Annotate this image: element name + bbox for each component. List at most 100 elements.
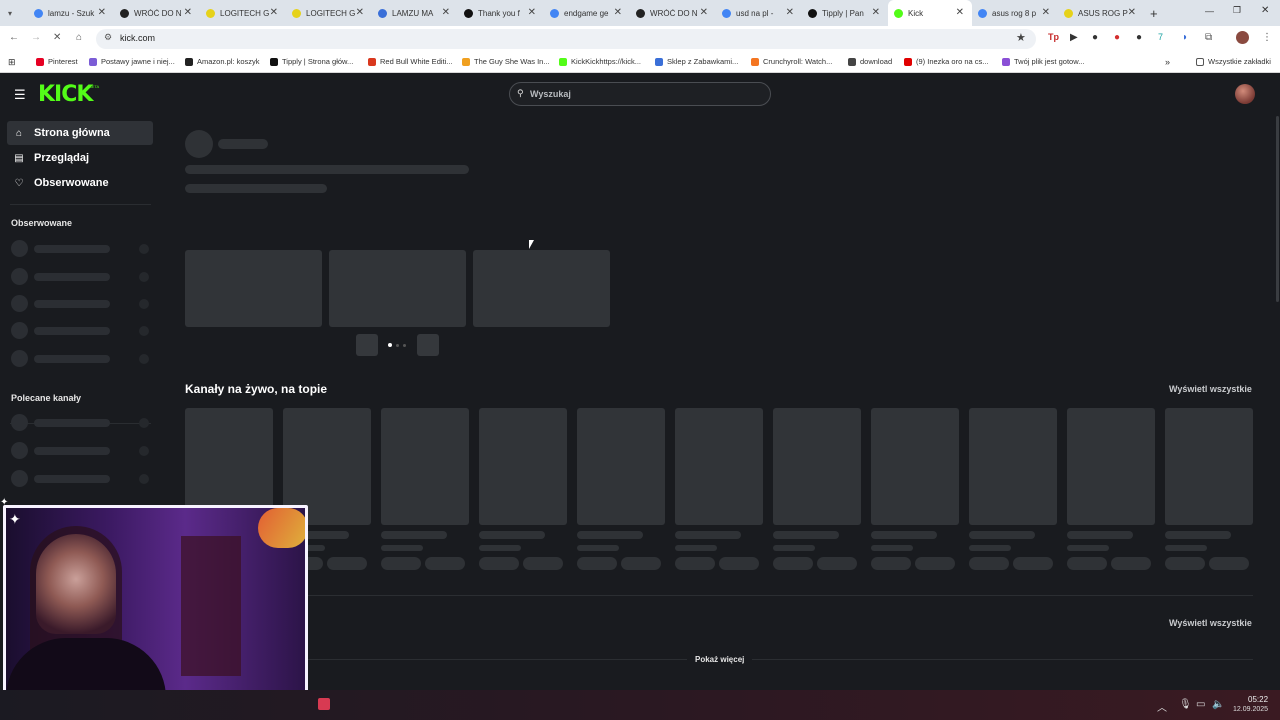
- new-tab-button[interactable]: +: [1150, 6, 1158, 21]
- card-tag-skeleton[interactable]: [1209, 557, 1249, 570]
- nav-following[interactable]: ♡ Obserwowane: [7, 171, 153, 195]
- card-tag-skeleton[interactable]: [327, 557, 367, 570]
- live-channel-card[interactable]: [577, 408, 665, 525]
- card-tag-skeleton[interactable]: [1013, 557, 1053, 570]
- home-browser-icon[interactable]: ⌂: [76, 32, 82, 43]
- restore-icon[interactable]: ❐: [1233, 5, 1241, 16]
- address-bar[interactable]: ⚙ kick.com ★: [96, 29, 1036, 49]
- browser-tab[interactable]: Kick ✕: [888, 0, 973, 26]
- user-avatar[interactable]: [1235, 84, 1255, 104]
- bookmarks-overflow-icon[interactable]: »: [1165, 57, 1170, 67]
- extension-opera-icon[interactable]: ●: [1114, 32, 1120, 43]
- browser-tab[interactable]: endgame ge ✕: [544, 0, 630, 26]
- card-tag-skeleton[interactable]: [381, 557, 421, 570]
- stop-loading-icon[interactable]: ✕: [53, 32, 61, 43]
- card-tag-skeleton[interactable]: [1067, 557, 1107, 570]
- tab-close-icon[interactable]: ✕: [184, 7, 192, 18]
- card-tag-skeleton[interactable]: [1111, 557, 1151, 570]
- card-tag-skeleton[interactable]: [817, 557, 857, 570]
- tab-close-icon[interactable]: ✕: [872, 7, 880, 18]
- see-all-link[interactable]: Wyświetl wszystkie: [1169, 384, 1252, 394]
- clock-date[interactable]: 12.09.2025: [1233, 706, 1268, 713]
- bookmark-item[interactable]: (9) Inezka oro na cs...: [904, 57, 989, 66]
- volume-icon[interactable]: 🔈: [1212, 699, 1224, 710]
- live-channel-card[interactable]: [675, 408, 763, 525]
- card-tag-skeleton[interactable]: [871, 557, 911, 570]
- search-input[interactable]: ⚲ Wyszukaj: [509, 82, 771, 106]
- minimize-icon[interactable]: —: [1205, 6, 1214, 16]
- card-tag-skeleton[interactable]: [621, 557, 661, 570]
- card-tag-skeleton[interactable]: [1165, 557, 1205, 570]
- browser-menu-icon[interactable]: ⋮: [1262, 32, 1272, 43]
- browser-tab[interactable]: Thank you f ✕: [458, 0, 544, 26]
- live-channel-card[interactable]: [1165, 408, 1253, 525]
- carousel-dot[interactable]: [403, 344, 406, 347]
- profile-avatar-icon[interactable]: [1236, 31, 1249, 44]
- carousel-dot[interactable]: [396, 344, 399, 347]
- browser-tab[interactable]: ASUS ROG P ✕: [1058, 0, 1144, 26]
- nav-home[interactable]: ⌂ Strona główna: [7, 121, 153, 145]
- tab-close-icon[interactable]: ✕: [1042, 7, 1050, 18]
- bookmark-item[interactable]: Twój plik jest gotow...: [1002, 57, 1084, 66]
- tab-close-icon[interactable]: ✕: [956, 7, 964, 18]
- card-tag-skeleton[interactable]: [675, 557, 715, 570]
- close-window-icon[interactable]: ✕: [1261, 5, 1269, 16]
- forward-icon[interactable]: →: [31, 32, 41, 43]
- extension-7tv-icon[interactable]: 7: [1158, 32, 1163, 42]
- browser-tab[interactable]: WRÓĆ DO N ✕: [114, 0, 200, 26]
- tab-close-icon[interactable]: ✕: [700, 7, 708, 18]
- network-icon[interactable]: ▭: [1196, 699, 1205, 710]
- followed-channel-skeleton[interactable]: [11, 322, 151, 339]
- card-tag-skeleton[interactable]: [969, 557, 1009, 570]
- site-info-icon[interactable]: ⚙: [104, 32, 112, 43]
- card-tag-skeleton[interactable]: [425, 557, 465, 570]
- page-scrollbar[interactable]: [1276, 116, 1279, 302]
- bookmark-item[interactable]: KickKickhttps://kick...: [559, 57, 641, 66]
- card-tag-skeleton[interactable]: [915, 557, 955, 570]
- card-tag-skeleton[interactable]: [719, 557, 759, 570]
- recommended-channel-skeleton[interactable]: [11, 414, 151, 431]
- bookmark-item[interactable]: Pinterest: [36, 57, 78, 66]
- live-channel-card[interactable]: [479, 408, 567, 525]
- bookmark-star-icon[interactable]: ★: [1016, 31, 1026, 44]
- followed-channel-skeleton[interactable]: [11, 268, 151, 285]
- menu-hamburger-icon[interactable]: ☰: [14, 87, 26, 103]
- extension-dark-icon[interactable]: ●: [1136, 32, 1142, 43]
- recommended-channel-skeleton[interactable]: [11, 470, 151, 487]
- tab-close-icon[interactable]: ✕: [528, 7, 536, 18]
- live-channel-card[interactable]: [871, 408, 959, 525]
- nav-browse[interactable]: ▤ Przeglądaj: [7, 146, 153, 170]
- recommended-channel-skeleton[interactable]: [11, 442, 151, 459]
- tab-close-icon[interactable]: ✕: [270, 7, 278, 18]
- browser-tab[interactable]: WRÓĆ DO N ✕: [630, 0, 716, 26]
- browser-tab[interactable]: asus rog 8 p ✕: [972, 0, 1058, 26]
- followed-channel-skeleton[interactable]: [11, 350, 151, 367]
- taskbar-app-icon[interactable]: [318, 698, 330, 710]
- extension-audio-icon[interactable]: ◗: [1182, 32, 1188, 43]
- tab-close-icon[interactable]: ✕: [442, 7, 450, 18]
- live-channel-card[interactable]: [381, 408, 469, 525]
- browser-tab[interactable]: LOGITECH G ✕: [200, 0, 286, 26]
- bookmark-item[interactable]: Tipply | Strona głów...: [270, 57, 353, 66]
- browser-tab[interactable]: Tipply | Pan ✕: [802, 0, 888, 26]
- back-icon[interactable]: ←: [9, 32, 19, 43]
- followed-channel-skeleton[interactable]: [11, 295, 151, 312]
- carousel-card[interactable]: [185, 250, 322, 327]
- tab-close-icon[interactable]: ✕: [1128, 7, 1136, 18]
- tab-close-icon[interactable]: ✕: [356, 7, 364, 18]
- tab-search-icon[interactable]: ▾: [8, 9, 12, 18]
- carousel-next-button[interactable]: [417, 334, 439, 356]
- tab-close-icon[interactable]: ✕: [98, 7, 106, 18]
- extension-circle-icon[interactable]: ●: [1092, 32, 1098, 43]
- carousel-card[interactable]: [473, 250, 610, 327]
- live-channel-card[interactable]: [1067, 408, 1155, 525]
- bookmark-item[interactable]: Postawy jawne i niej...: [89, 57, 175, 66]
- browser-tab[interactable]: usd na pl - ✕: [716, 0, 802, 26]
- live-channel-card[interactable]: [773, 408, 861, 525]
- browser-tab[interactable]: LOGITECH G ✕: [286, 0, 372, 26]
- live-channel-card[interactable]: [969, 408, 1057, 525]
- show-more-button[interactable]: Pokaż więcej: [687, 655, 753, 664]
- card-tag-skeleton[interactable]: [479, 557, 519, 570]
- extensions-puzzle-icon[interactable]: ⧉: [1205, 32, 1212, 43]
- bookmark-item[interactable]: download: [848, 57, 892, 66]
